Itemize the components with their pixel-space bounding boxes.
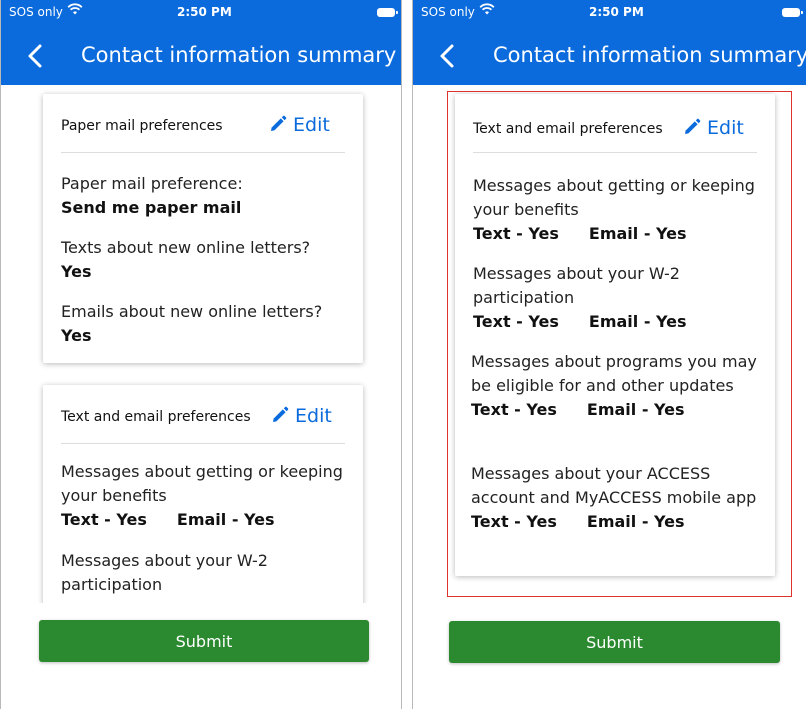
chevron-left-icon	[28, 44, 42, 68]
email-preference: Email - Yes	[588, 312, 687, 331]
edit-paper-mail-button[interactable]: Edit	[269, 114, 330, 136]
edit-label: Edit	[293, 114, 330, 136]
edit-label: Edit	[295, 405, 332, 427]
preference-item: Paper mail preference: Send me paper mai…	[61, 172, 355, 220]
card-title: Text and email preferences	[473, 121, 663, 137]
wifi-icon	[479, 2, 495, 20]
carrier-label: SOS only	[421, 5, 475, 19]
preference-values: Text - Yes Email - Yes	[473, 310, 767, 334]
preference-question: Messages about your W-2 participation	[473, 264, 680, 307]
preference-item: Emails about new online letters? Yes	[61, 300, 355, 348]
preference-item: Messages about your W-2 participation	[61, 549, 355, 597]
email-preference: Email - Yes	[176, 510, 275, 529]
preference-item: Messages about your W-2 participation Te…	[473, 262, 767, 334]
preference-values: Text - Yes Email - Yes	[473, 222, 767, 246]
preference-item: Texts about new online letters? Yes	[61, 236, 355, 284]
card-header: Text and email preferences Edit	[61, 385, 345, 444]
paper-mail-card: Paper mail preferences Edit Paper mail p…	[43, 94, 363, 363]
back-button[interactable]	[21, 41, 51, 71]
submit-button[interactable]: Submit	[449, 621, 780, 663]
preference-answer: Yes	[61, 326, 92, 345]
preference-question: Paper mail preference:	[61, 174, 243, 193]
card-title: Paper mail preferences	[61, 118, 223, 134]
status-time: 2:50 PM	[177, 5, 232, 19]
preference-values: Text - Yes Email - Yes	[471, 398, 767, 422]
page-title: Contact information summary	[493, 43, 806, 67]
pencil-icon	[271, 115, 287, 131]
battery-icon	[782, 8, 803, 17]
text-preference: Text - Yes	[473, 312, 559, 331]
app-bar: Contact information summary	[413, 26, 806, 85]
submit-button[interactable]: Submit	[39, 620, 369, 662]
left-phone-screen: SOS only 2:50 PM Contact information sum…	[0, 0, 402, 709]
preference-question: Messages about getting or keeping your b…	[61, 462, 343, 505]
edit-label: Edit	[707, 117, 744, 139]
pencil-icon	[685, 118, 701, 134]
preference-question: Texts about new online letters?	[61, 238, 311, 257]
back-button[interactable]	[433, 41, 463, 71]
preference-question: Emails about new online letters?	[61, 302, 323, 321]
scroll-content[interactable]: Paper mail preferences Edit Paper mail p…	[1, 85, 401, 603]
text-email-card: Text and email preferences Edit Messages…	[455, 94, 775, 576]
chevron-left-icon	[440, 44, 454, 68]
preference-question: Messages about getting or keeping your b…	[473, 176, 755, 219]
preference-answer: Send me paper mail	[61, 198, 242, 217]
email-preference: Email - Yes	[586, 512, 685, 531]
carrier-label: SOS only	[9, 5, 63, 19]
page-title: Contact information summary	[81, 43, 397, 67]
right-phone-screen: SOS only 2:50 PM Contact information sum…	[412, 0, 806, 709]
preference-question: Messages about programs you may be eligi…	[471, 352, 757, 395]
preference-question: Messages about your W-2 participation	[61, 551, 268, 594]
card-header: Paper mail preferences Edit	[61, 94, 345, 153]
wifi-icon	[67, 2, 83, 20]
preference-answer: Yes	[61, 262, 92, 281]
text-preference: Text - Yes	[473, 224, 559, 243]
preference-values: Text - Yes Email - Yes	[471, 510, 767, 534]
battery-icon	[377, 8, 398, 17]
preference-question: Messages about your ACCESS account and M…	[471, 464, 757, 507]
status-bar: SOS only 2:50 PM	[413, 0, 806, 26]
status-bar: SOS only 2:50 PM	[1, 0, 401, 26]
app-bar: Contact information summary	[1, 26, 401, 85]
status-time: 2:50 PM	[589, 5, 644, 19]
edit-text-email-button[interactable]: Edit	[683, 117, 744, 139]
email-preference: Email - Yes	[586, 400, 685, 419]
preference-item: Messages about your ACCESS account and M…	[471, 462, 767, 534]
preference-item: Messages about getting or keeping your b…	[61, 460, 355, 532]
preference-values: Text - Yes Email - Yes	[61, 508, 355, 532]
text-preference: Text - Yes	[61, 510, 147, 529]
pencil-icon	[273, 406, 289, 422]
text-preference: Text - Yes	[471, 400, 557, 419]
text-preference: Text - Yes	[471, 512, 557, 531]
card-header: Text and email preferences Edit	[473, 94, 757, 153]
preference-item: Messages about programs you may be eligi…	[471, 350, 767, 422]
text-email-card: Text and email preferences Edit Messages…	[43, 385, 363, 603]
card-title: Text and email preferences	[61, 409, 251, 425]
preference-item: Messages about getting or keeping your b…	[473, 174, 767, 246]
edit-text-email-button[interactable]: Edit	[271, 405, 332, 427]
email-preference: Email - Yes	[588, 224, 687, 243]
